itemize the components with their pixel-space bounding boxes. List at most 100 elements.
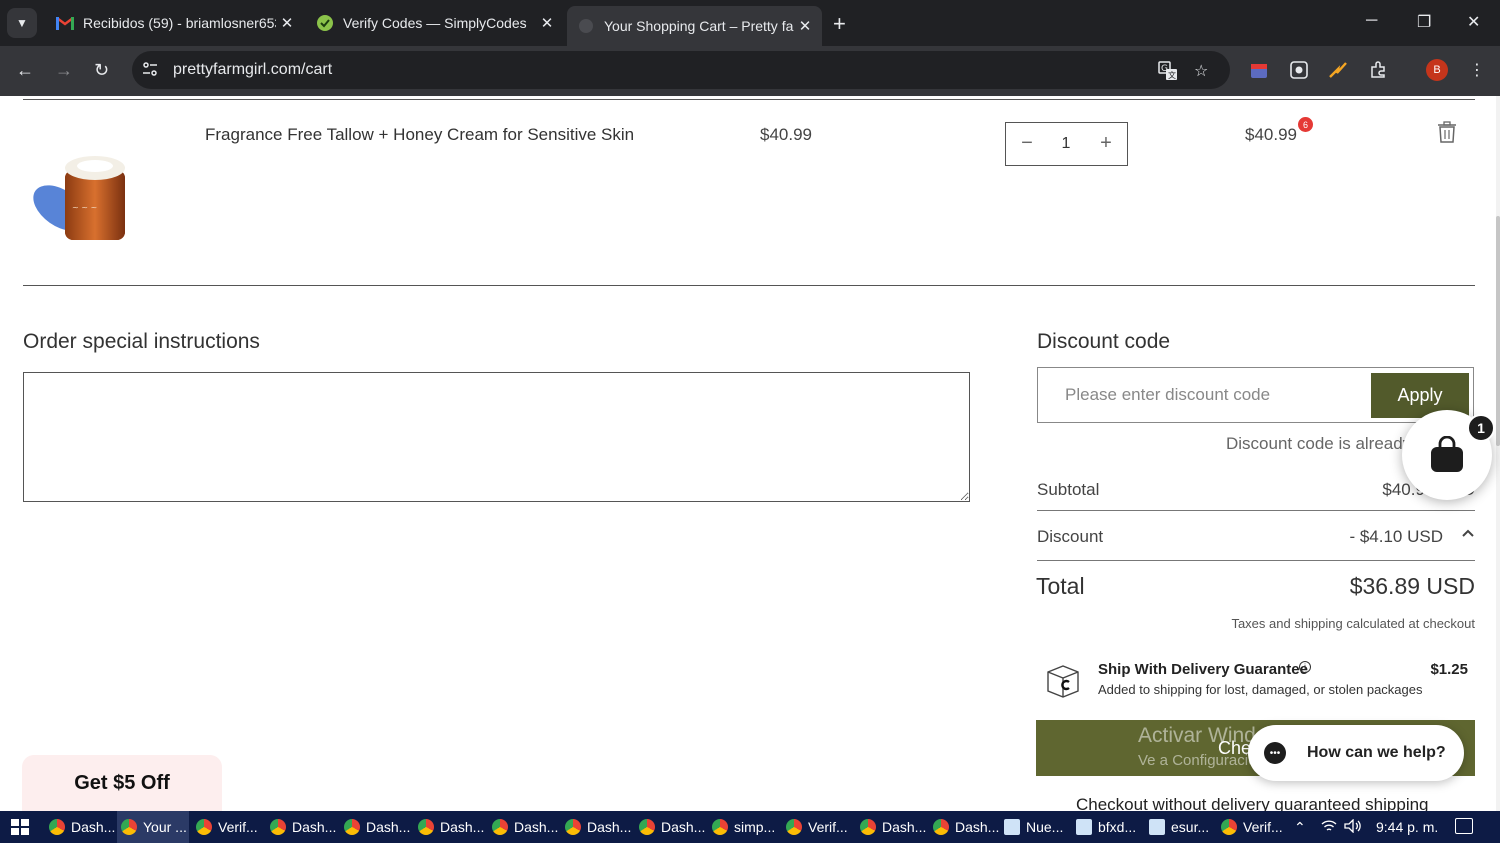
taskbar-item[interactable]: Dash... xyxy=(635,811,707,843)
chevron-up-icon[interactable]: ⌃ xyxy=(1294,819,1306,836)
divider xyxy=(1037,510,1475,511)
product-image[interactable]: ~ ~ ~ xyxy=(30,148,130,243)
browser-toolbar: ← → ↻ prettyfarmgirl.com/cart G文 ☆ 6 B ⋮ xyxy=(0,46,1500,132)
discount-heading: Discount code xyxy=(1037,330,1171,353)
taskbar-item-label: Nue... xyxy=(1026,819,1064,835)
tab-title: Verify Codes — SimplyCodes xyxy=(343,15,527,31)
taskbar-item[interactable]: Dash... xyxy=(929,811,999,843)
taskbar-item-label: simp... xyxy=(734,819,776,835)
browser-tab-strip: ▼ Recibidos (59) - briamlosner653 ✕ Veri… xyxy=(0,0,1500,46)
simplycodes-extension-icon[interactable] xyxy=(1288,59,1310,81)
decrease-quantity-button[interactable]: − xyxy=(1012,132,1042,155)
tab-shopping-cart[interactable]: Your Shopping Cart – Pretty farm ✕ xyxy=(567,6,822,46)
subtotal-label: Subtotal xyxy=(1037,480,1100,499)
taskbar-item[interactable]: Dash... xyxy=(414,811,486,843)
delivery-guarantee-description: Added to shipping for lost, damaged, or … xyxy=(1098,682,1423,697)
taskbar-item-label: bfxd... xyxy=(1098,819,1137,835)
wifi-icon[interactable] xyxy=(1321,819,1337,836)
taskbar-item-label: Verif... xyxy=(218,819,258,835)
extensions-puzzle-icon[interactable] xyxy=(1367,59,1389,81)
taskbar-item[interactable]: Verif... xyxy=(782,811,854,843)
trash-icon[interactable] xyxy=(1436,120,1458,144)
translate-icon[interactable]: G文 xyxy=(1158,61,1178,86)
taskbar-item-label: Dash... xyxy=(366,819,411,835)
restore-button[interactable]: ❐ xyxy=(1417,12,1431,32)
notepad-icon xyxy=(1076,819,1092,835)
taskbar-clock[interactable]: 9:44 p. m. xyxy=(1376,819,1438,835)
taskbar-item[interactable]: Dash... xyxy=(856,811,928,843)
taskbar-item-label: Dash... xyxy=(587,819,632,835)
store-icon xyxy=(577,17,595,35)
cart-page: ~ ~ ~ Fragrance Free Tallow + Honey Crea… xyxy=(0,96,1500,811)
close-icon[interactable]: ✕ xyxy=(536,14,558,32)
windows-start-icon[interactable] xyxy=(11,819,29,835)
product-name[interactable]: Fragrance Free Tallow + Honey Cream for … xyxy=(205,125,634,145)
discount-row[interactable]: Discount - $4.10 USD xyxy=(1037,527,1475,547)
taskbar-item[interactable]: esur... xyxy=(1145,811,1215,843)
chrome-icon xyxy=(492,819,508,835)
bookmark-star-icon[interactable]: ☆ xyxy=(1194,61,1208,81)
tab-search-button[interactable]: ▼ xyxy=(7,8,37,38)
profile-avatar[interactable]: B xyxy=(1426,59,1448,81)
cart-count-badge: 1 xyxy=(1467,414,1495,442)
scrollbar-thumb[interactable] xyxy=(1496,216,1500,446)
discount-code-input[interactable] xyxy=(1038,368,1370,422)
taskbar-item-label: Dash... xyxy=(440,819,485,835)
checkout-without-guarantee-link[interactable]: Checkout without delivery guaranteed shi… xyxy=(1076,795,1429,811)
tab-simplycodes[interactable]: Verify Codes — SimplyCodes ✕ xyxy=(306,8,564,38)
address-bar[interactable]: prettyfarmgirl.com/cart G文 ☆ xyxy=(132,51,1230,89)
chrome-icon xyxy=(121,819,137,835)
reload-icon[interactable]: ↻ xyxy=(94,60,109,81)
simplycodes-icon xyxy=(316,14,334,32)
taskbar-item-label: Dash... xyxy=(514,819,559,835)
subtotal-row: Subtotal $40.99 USD xyxy=(1037,480,1475,500)
taskbar-item[interactable]: Dash... xyxy=(266,811,338,843)
notepad-icon xyxy=(1149,819,1165,835)
chat-bubble-icon: ••• xyxy=(1264,742,1286,764)
quantity-value[interactable]: 1 xyxy=(1051,135,1081,153)
lightning-extension-icon[interactable] xyxy=(1327,59,1349,81)
chat-help-button[interactable]: ••• How can we help? xyxy=(1248,725,1464,781)
minimize-button[interactable]: ─ xyxy=(1366,12,1377,30)
page-scrollbar[interactable] xyxy=(1496,96,1500,811)
more-menu-icon[interactable]: ⋮ xyxy=(1466,59,1488,81)
delivery-guarantee-price: $1.25 xyxy=(1430,661,1468,678)
taskbar-item[interactable]: Verif... xyxy=(1217,811,1287,843)
close-icon[interactable]: ✕ xyxy=(794,17,816,35)
taskbar-item[interactable]: Dash... xyxy=(45,811,115,843)
back-icon[interactable]: ← xyxy=(16,60,34,81)
taskbar-item[interactable]: bfxd... xyxy=(1072,811,1142,843)
taskbar-item[interactable]: simp... xyxy=(708,811,780,843)
taskbar-item[interactable]: Verif... xyxy=(192,811,264,843)
notifications-icon[interactable] xyxy=(1455,818,1473,834)
forward-icon[interactable]: → xyxy=(55,60,73,81)
taskbar-item-label: esur... xyxy=(1171,819,1210,835)
close-icon[interactable]: ✕ xyxy=(276,14,298,32)
tab-gmail[interactable]: Recibidos (59) - briamlosner653 ✕ xyxy=(46,8,304,38)
taskbar-item[interactable]: Dash... xyxy=(561,811,633,843)
get-discount-promo-button[interactable]: Get $5 Off xyxy=(22,755,222,811)
taskbar-item[interactable]: Nue... xyxy=(1000,811,1070,843)
taskbar-item[interactable]: Dash... xyxy=(340,811,412,843)
extension-badge: 6 xyxy=(1298,117,1313,132)
taskbar-item[interactable]: Dash... xyxy=(488,811,560,843)
chrome-icon xyxy=(933,819,949,835)
chevron-down-icon: ▼ xyxy=(16,16,28,30)
calendar-extension-icon[interactable] xyxy=(1248,59,1270,81)
taskbar-item-label: Dash... xyxy=(882,819,927,835)
discount-value: - $4.10 USD xyxy=(1349,527,1443,546)
volume-icon[interactable] xyxy=(1344,818,1362,836)
taskbar-item[interactable]: Your ... xyxy=(117,811,189,843)
site-settings-icon[interactable] xyxy=(142,61,158,80)
chevron-up-icon[interactable] xyxy=(1461,525,1475,545)
special-instructions-textarea[interactable] xyxy=(23,372,970,502)
tab-title: Recibidos (59) - briamlosner653 xyxy=(83,15,276,31)
close-window-button[interactable]: ✕ xyxy=(1467,12,1480,32)
divider xyxy=(23,285,1475,286)
info-icon[interactable]: i xyxy=(1299,661,1311,673)
increase-quantity-button[interactable]: + xyxy=(1091,132,1121,155)
line-total: $40.99 xyxy=(1245,125,1297,144)
url-text: prettyfarmgirl.com/cart xyxy=(173,61,333,78)
new-tab-button[interactable]: + xyxy=(833,11,846,37)
taskbar-item-label: Dash... xyxy=(292,819,337,835)
